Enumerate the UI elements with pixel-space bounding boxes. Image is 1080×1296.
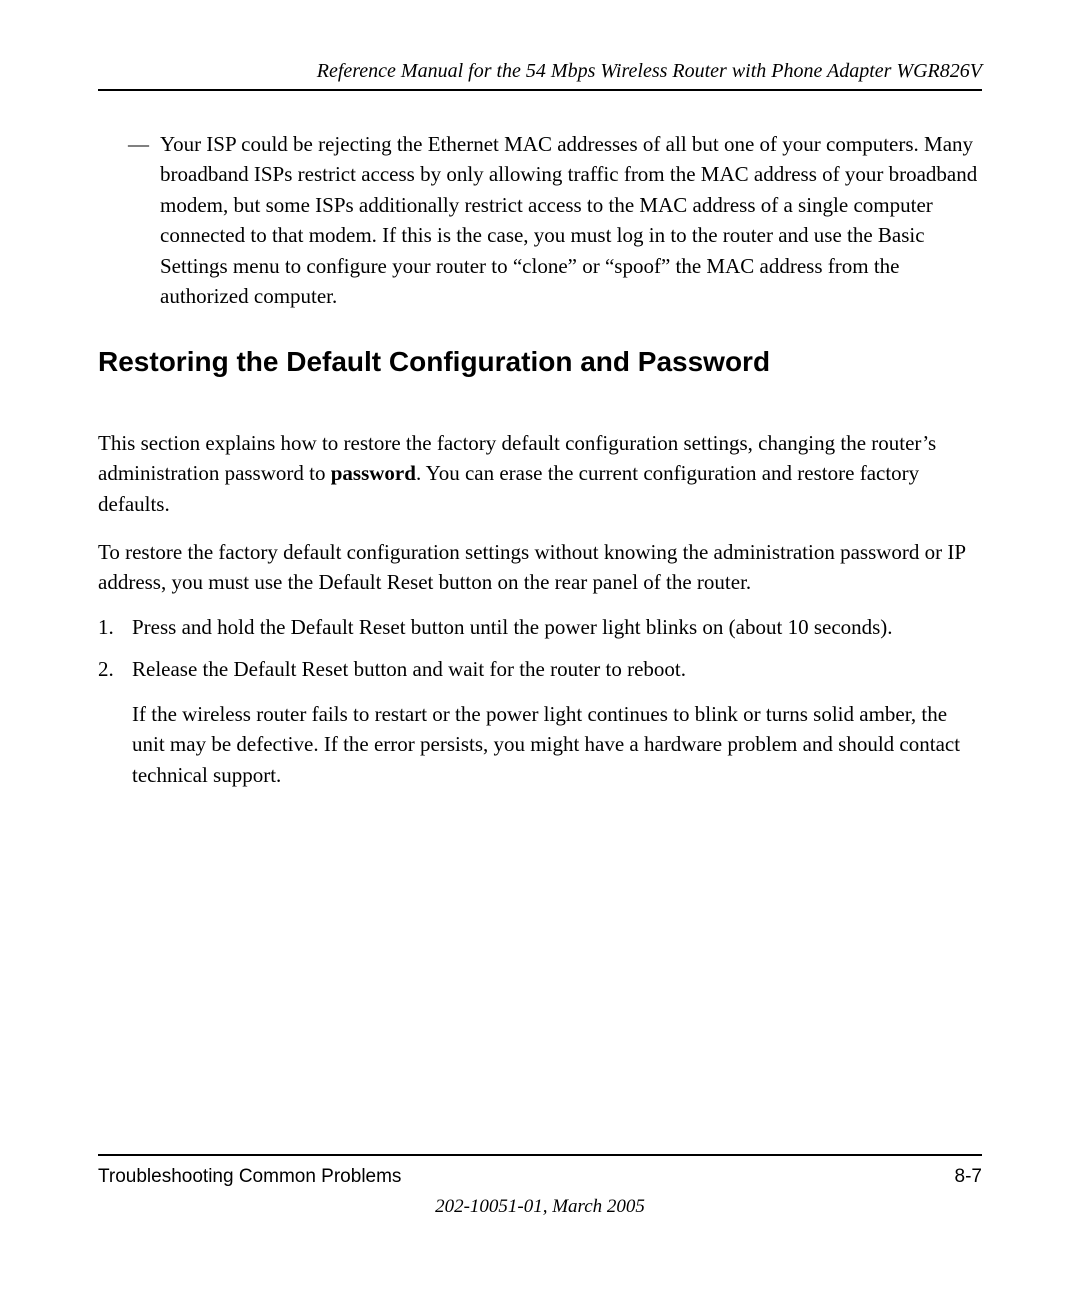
step-2: 2. Release the Default Reset button and … [98,654,982,684]
intro-bold: password [331,461,416,485]
intro-paragraph: This section explains how to restore the… [98,428,982,519]
step-number: 1. [98,612,132,642]
bullet-marker: — [128,129,160,312]
page-number: 8-7 [955,1166,982,1188]
step-number: 2. [98,654,132,684]
bullet-text: Your ISP could be rejecting the Ethernet… [160,129,982,312]
step-2-note: If the wireless router fails to restart … [132,699,982,790]
step-text: Release the Default Reset button and wai… [132,654,982,684]
footer-doc-id: 202-10051-01, March 2005 [98,1196,982,1218]
running-header: Reference Manual for the 54 Mbps Wireles… [98,60,982,89]
paragraph-2: To restore the factory default configura… [98,537,982,598]
header-divider [98,89,982,91]
bullet-item: — Your ISP could be rejecting the Ethern… [98,129,982,312]
section-heading: Restoring the Default Configuration and … [98,346,982,378]
step-text: Press and hold the Default Reset button … [132,612,982,642]
footer-section-title: Troubleshooting Common Problems [98,1166,401,1188]
footer-divider [98,1154,982,1156]
step-1: 1. Press and hold the Default Reset butt… [98,612,982,642]
page-footer: Troubleshooting Common Problems 8-7 [98,1154,982,1188]
